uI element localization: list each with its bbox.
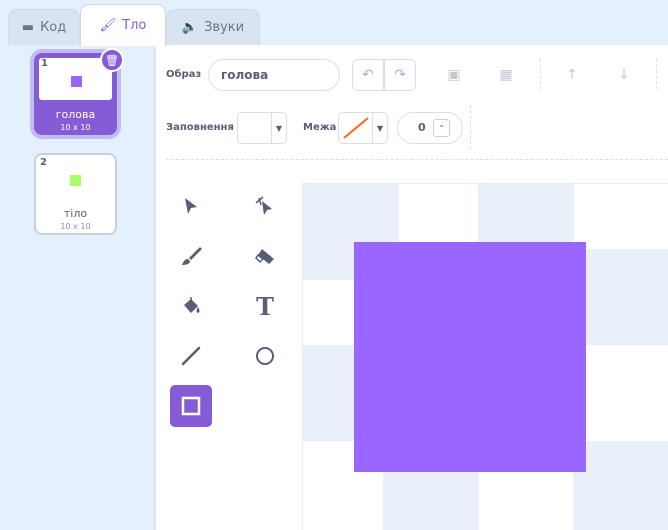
toolbar-divider [656,59,657,89]
fill-color-picker[interactable]: ▼ [237,112,287,144]
stepper-icon[interactable]: ⌃ [433,119,450,137]
costume-card-1[interactable]: 1 голова 10 x 10 🗑 [34,48,124,135]
chevron-down-icon: ▼ [372,113,387,143]
ungroup-button[interactable]: ▦ [490,59,522,91]
toolbar-divider [470,105,471,149]
costume-thumbnail [70,175,81,186]
costume-name-label: Образ [166,69,202,80]
fill-label: Заповнення [166,122,234,133]
line-icon [181,346,201,366]
reshape-tool-button[interactable] [244,185,286,227]
brush-icon [182,247,202,265]
brush-icon: 🖌 [99,18,117,33]
group-button[interactable]: ▣ [438,59,470,91]
tab-sounds[interactable]: 🔈 Звуки [166,9,260,45]
tab-backdrop[interactable]: 🖌 Тло [80,4,166,46]
costume-name: тіло [63,207,88,220]
paint-editor-app: ▬ Код 🖌 Тло 🔈 Звуки 1 голова 10 x 10 🗑 2… [0,0,668,530]
reshape-icon [255,196,272,215]
rectangle-tool-button[interactable] [170,385,212,427]
costume-list: 1 голова 10 x 10 🗑 2 тіло 10 x 10 [0,45,155,530]
toolbar-divider [540,59,541,89]
code-icon: ▬ [21,20,35,35]
text-icon: T [256,291,274,321]
toolbar-separator [166,159,668,160]
paint-bucket-icon [184,297,200,313]
chevron-down-icon: ▼ [271,113,286,143]
line-tool-button[interactable] [170,335,212,377]
text-tool-button[interactable]: T [244,285,286,327]
canvas-checker-cell [573,441,668,530]
costume-size: 10 x 10 [60,123,91,132]
fill-tool-button[interactable] [170,285,212,327]
group-icon: ▣ [447,67,461,83]
eraser-icon [255,249,274,264]
brush-tool-button[interactable] [170,235,212,277]
circle-tool-button[interactable] [244,335,286,377]
rectangle-icon [181,396,201,416]
costume-thumbnail [71,76,82,87]
delete-costume-button[interactable]: 🗑 [100,48,124,72]
circle-icon [256,347,274,365]
undo-button[interactable]: ↶ [352,59,384,91]
eraser-tool-button[interactable] [244,235,286,277]
tab-code-label: Код [40,20,67,35]
costume-name-input[interactable]: голова [208,59,340,91]
purple-square-shape[interactable] [354,242,586,472]
tab-sounds-label: Звуки [204,20,245,35]
forward-button[interactable]: ↑ [556,59,588,91]
redo-icon: ↷ [394,67,406,83]
paint-editor: Образ голова ↶ ↷ ▣ ▦ ↑ ↓ Заповнення ▼ Ме… [156,45,668,530]
drawing-canvas[interactable] [302,183,668,530]
canvas-checker-cell [573,249,668,345]
arrow-up-icon: ↑ [566,67,578,83]
costume-number: 1 [41,58,48,69]
tab-bar: ▬ Код 🖌 Тло 🔈 Звуки [0,0,668,46]
trash-icon: 🗑 [105,53,119,67]
backward-button[interactable]: ↓ [608,59,640,91]
costume-card-2[interactable]: 2 тіло 10 x 10 [34,153,117,235]
redo-button[interactable]: ↷ [384,59,416,91]
tab-backdrop-label: Тло [122,18,147,33]
arrow-down-icon: ↓ [618,67,630,83]
arrow-pointer-icon [185,198,197,214]
fill-swatch [242,117,268,139]
outline-width-value: 0 [418,121,426,134]
costume-number: 2 [40,157,47,168]
costume-name: голова [55,108,96,121]
outline-width-input[interactable]: 0 ⌃ [397,112,463,144]
outline-color-picker[interactable]: ▼ [338,112,388,144]
tab-code[interactable]: ▬ Код [8,9,80,45]
ungroup-icon: ▦ [499,67,513,83]
select-tool-button[interactable] [170,185,212,227]
no-color-icon [343,117,369,139]
costume-size: 10 x 10 [60,222,91,231]
undo-icon: ↶ [362,67,374,83]
speaker-icon: 🔈 [181,20,199,35]
outline-label: Межа [303,122,337,133]
